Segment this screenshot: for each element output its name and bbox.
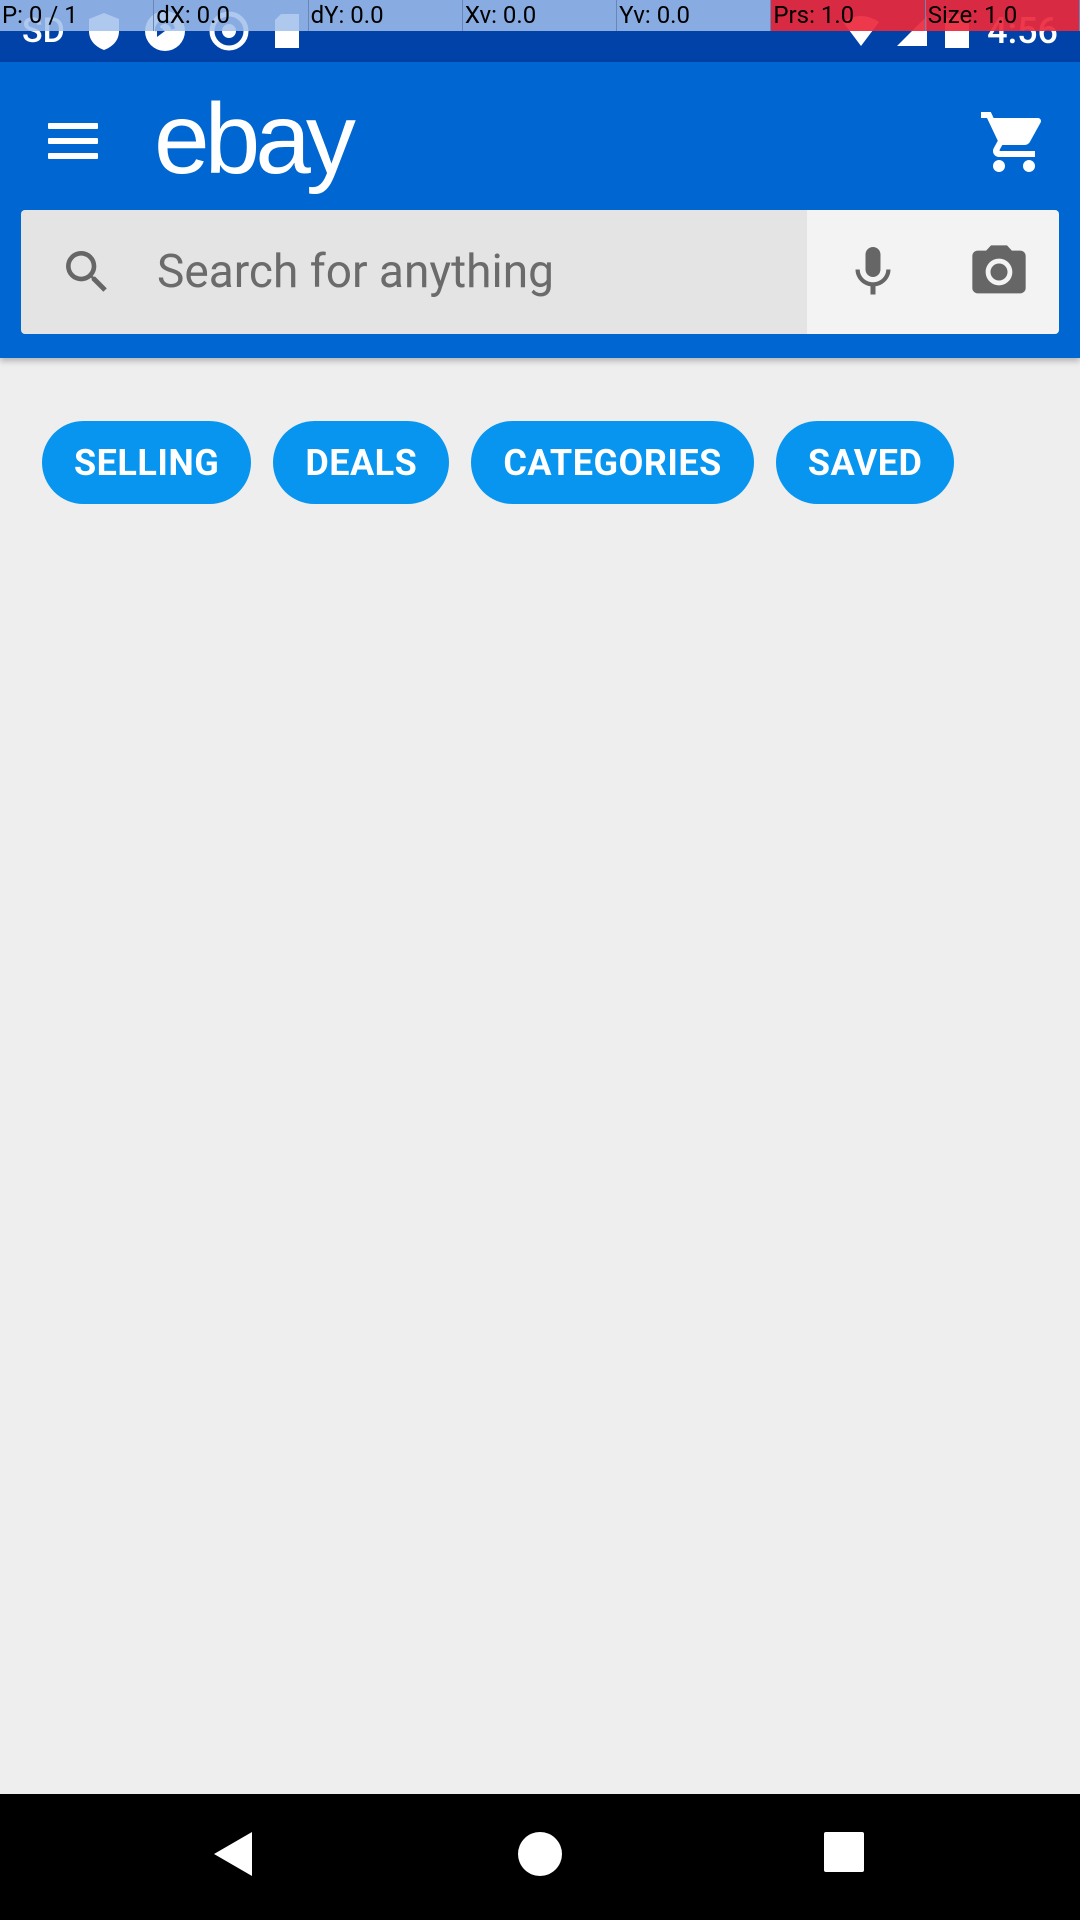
deals-button[interactable]: DEALS bbox=[273, 421, 450, 504]
saved-button[interactable]: SAVED bbox=[775, 421, 955, 504]
camera-icon[interactable] bbox=[967, 240, 1031, 304]
search-placeholder: Search for anything bbox=[157, 245, 554, 299]
debug-dy: dY: 0.0 bbox=[308, 0, 463, 31]
debug-pressure: Prs: 1.0 bbox=[771, 0, 926, 31]
categories-button[interactable]: CATEGORIES bbox=[471, 421, 754, 504]
back-triangle-icon[interactable] bbox=[212, 1830, 256, 1878]
debug-size: Size: 1.0 bbox=[925, 0, 1080, 31]
app-bar: ebay Search for anything bbox=[0, 62, 1080, 358]
search-input[interactable]: Search for anything bbox=[21, 210, 807, 334]
search-icon bbox=[66, 251, 107, 292]
debug-xv: Xv: 0.0 bbox=[462, 0, 618, 31]
system-nav-bar bbox=[0, 1794, 1080, 1920]
home-circle-icon[interactable] bbox=[518, 1832, 562, 1876]
quick-links: SELLING DEALS CATEGORIES SAVED bbox=[42, 421, 955, 504]
touch-debug-overlay: P: 0 / 1 dX: 0.0 dY: 0.0 Xv: 0.0 Yv: 0.0… bbox=[0, 0, 1080, 31]
selling-button[interactable]: SELLING bbox=[42, 421, 252, 504]
hamburger-menu-icon[interactable] bbox=[42, 110, 104, 172]
search-actions bbox=[807, 210, 1059, 334]
recents-square-icon[interactable] bbox=[824, 1832, 864, 1872]
debug-pointer: P: 0 / 1 bbox=[0, 0, 155, 31]
debug-dx: dX: 0.0 bbox=[154, 0, 309, 31]
microphone-icon[interactable] bbox=[843, 242, 903, 302]
search-bar: Search for anything bbox=[21, 210, 1059, 334]
shopping-cart-icon[interactable] bbox=[978, 106, 1050, 178]
debug-yv: Yv: 0.0 bbox=[617, 0, 772, 31]
ebay-logo[interactable]: ebay bbox=[154, 82, 356, 197]
